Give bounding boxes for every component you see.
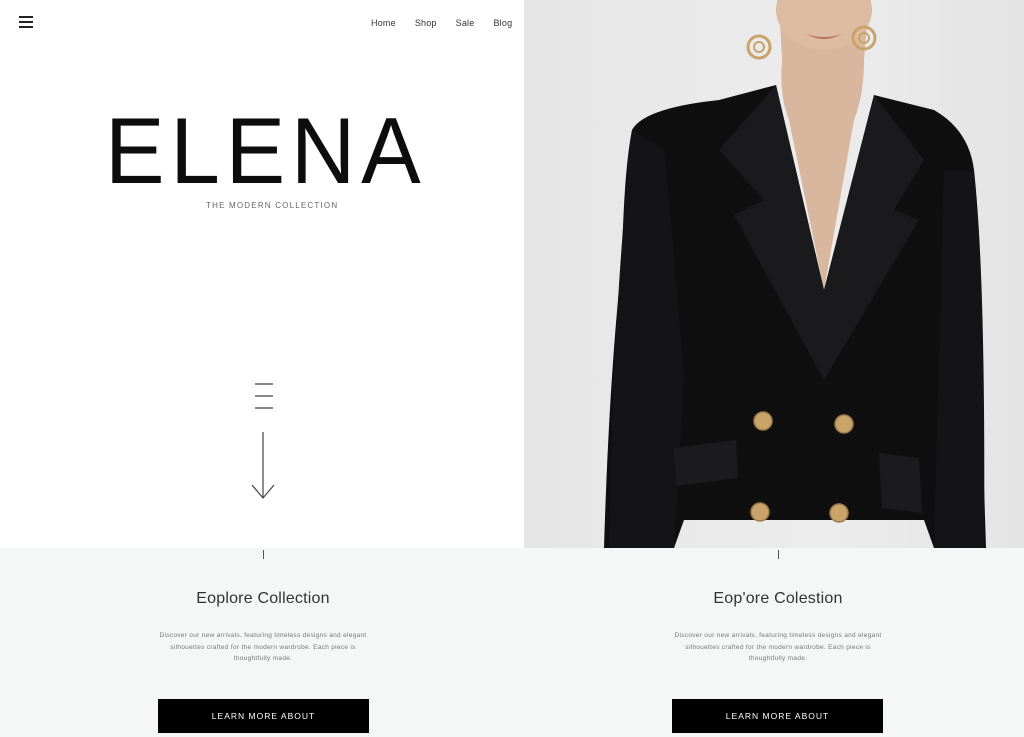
nav-item-shop[interactable]: Shop	[415, 18, 437, 28]
nav-item-sale[interactable]: Sale	[456, 18, 475, 28]
section-description: Discover our new arrivals, featuring tim…	[159, 632, 367, 662]
brand-tagline: THE MODERN COLLECTION	[206, 201, 339, 210]
arrow-down-icon[interactable]	[250, 432, 276, 500]
top-nav: Home Shop Sale Blog	[371, 18, 512, 28]
nav-item-home[interactable]: Home	[371, 18, 396, 28]
hero-left: ELENA THE MODERN COLLECTION	[0, 0, 524, 548]
learn-more-button[interactable]: LEARN MORE ABOUT	[672, 699, 883, 733]
section-title: Eoplore Collection	[196, 590, 330, 607]
model-in-blazer-image	[604, 0, 986, 548]
nav-item-blog[interactable]: Blog	[493, 18, 512, 28]
section-title: Eop'ore Colestion	[713, 590, 843, 607]
hamburger-menu-icon[interactable]	[19, 16, 33, 30]
explore-section-left: Eoplore Collection Discover our new arri…	[113, 548, 413, 665]
scroll-indicator	[255, 383, 273, 419]
section-description: Discover our new arrivals, featuring tim…	[674, 632, 882, 662]
brand-title: ELENA	[105, 98, 427, 203]
learn-more-button[interactable]: LEARN MORE ABOUT	[158, 699, 369, 733]
explore-section-right: Eop'ore Colestion Discover our new arriv…	[628, 548, 928, 665]
hero-photo	[524, 0, 1024, 548]
